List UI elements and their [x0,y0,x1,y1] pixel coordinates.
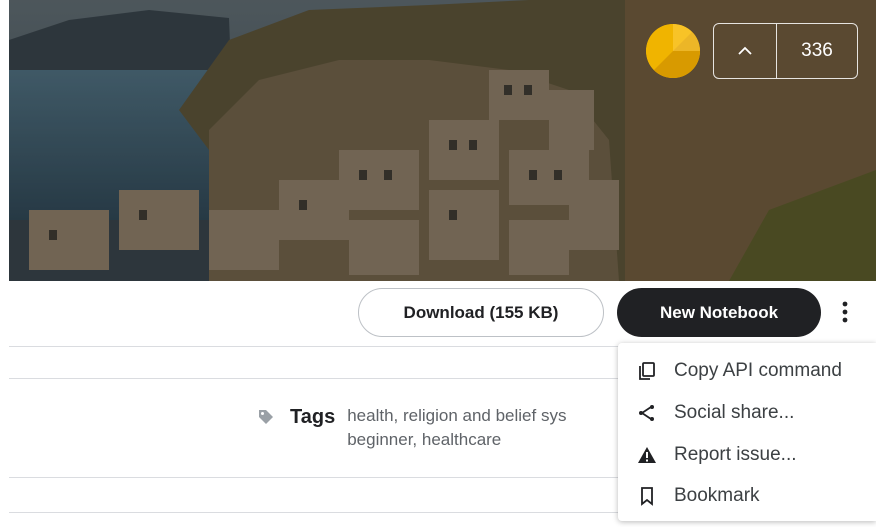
divider [9,378,619,379]
upvote-count: 336 [801,40,833,61]
medal-badge-icon [646,24,700,78]
more-options-button[interactable] [832,294,858,330]
menu-item-label: Copy API command [674,360,842,381]
tags-label: Tags [290,406,336,428]
upvote-widget: 336 [713,23,858,79]
tags-line: health, religion and belief sys [347,406,567,425]
tags-value: health, religion and belief sys beginner… [347,404,617,452]
tags-line: beginner, healthcare [347,430,502,449]
more-vert-icon [842,301,848,323]
new-notebook-button[interactable]: New Notebook [617,288,821,337]
divider [9,512,619,513]
chevron-up-icon [738,46,752,55]
menu-item-copy-api-command[interactable]: Copy API command [618,351,876,391]
menu-item-social-share[interactable]: Social share... [618,393,876,433]
warning-icon [636,444,658,466]
more-options-menu: Copy API command Social share... Report … [618,343,876,521]
menu-item-bookmark[interactable]: Bookmark [618,476,876,516]
bookmark-icon [636,485,658,507]
menu-item-label: Bookmark [674,485,760,506]
tag-icon [259,410,273,424]
menu-item-label: Social share... [674,402,795,423]
tags-section: Tags health, religion and belief sys beg… [257,404,617,452]
menu-item-report-issue[interactable]: Report issue... [618,435,876,475]
menu-item-label: Report issue... [674,444,797,465]
copy-icon [636,360,658,382]
divider [9,477,619,478]
download-button[interactable]: Download (155 KB) [358,288,604,337]
share-icon [636,402,658,424]
divider [9,346,619,347]
upvote-button[interactable] [714,24,777,78]
